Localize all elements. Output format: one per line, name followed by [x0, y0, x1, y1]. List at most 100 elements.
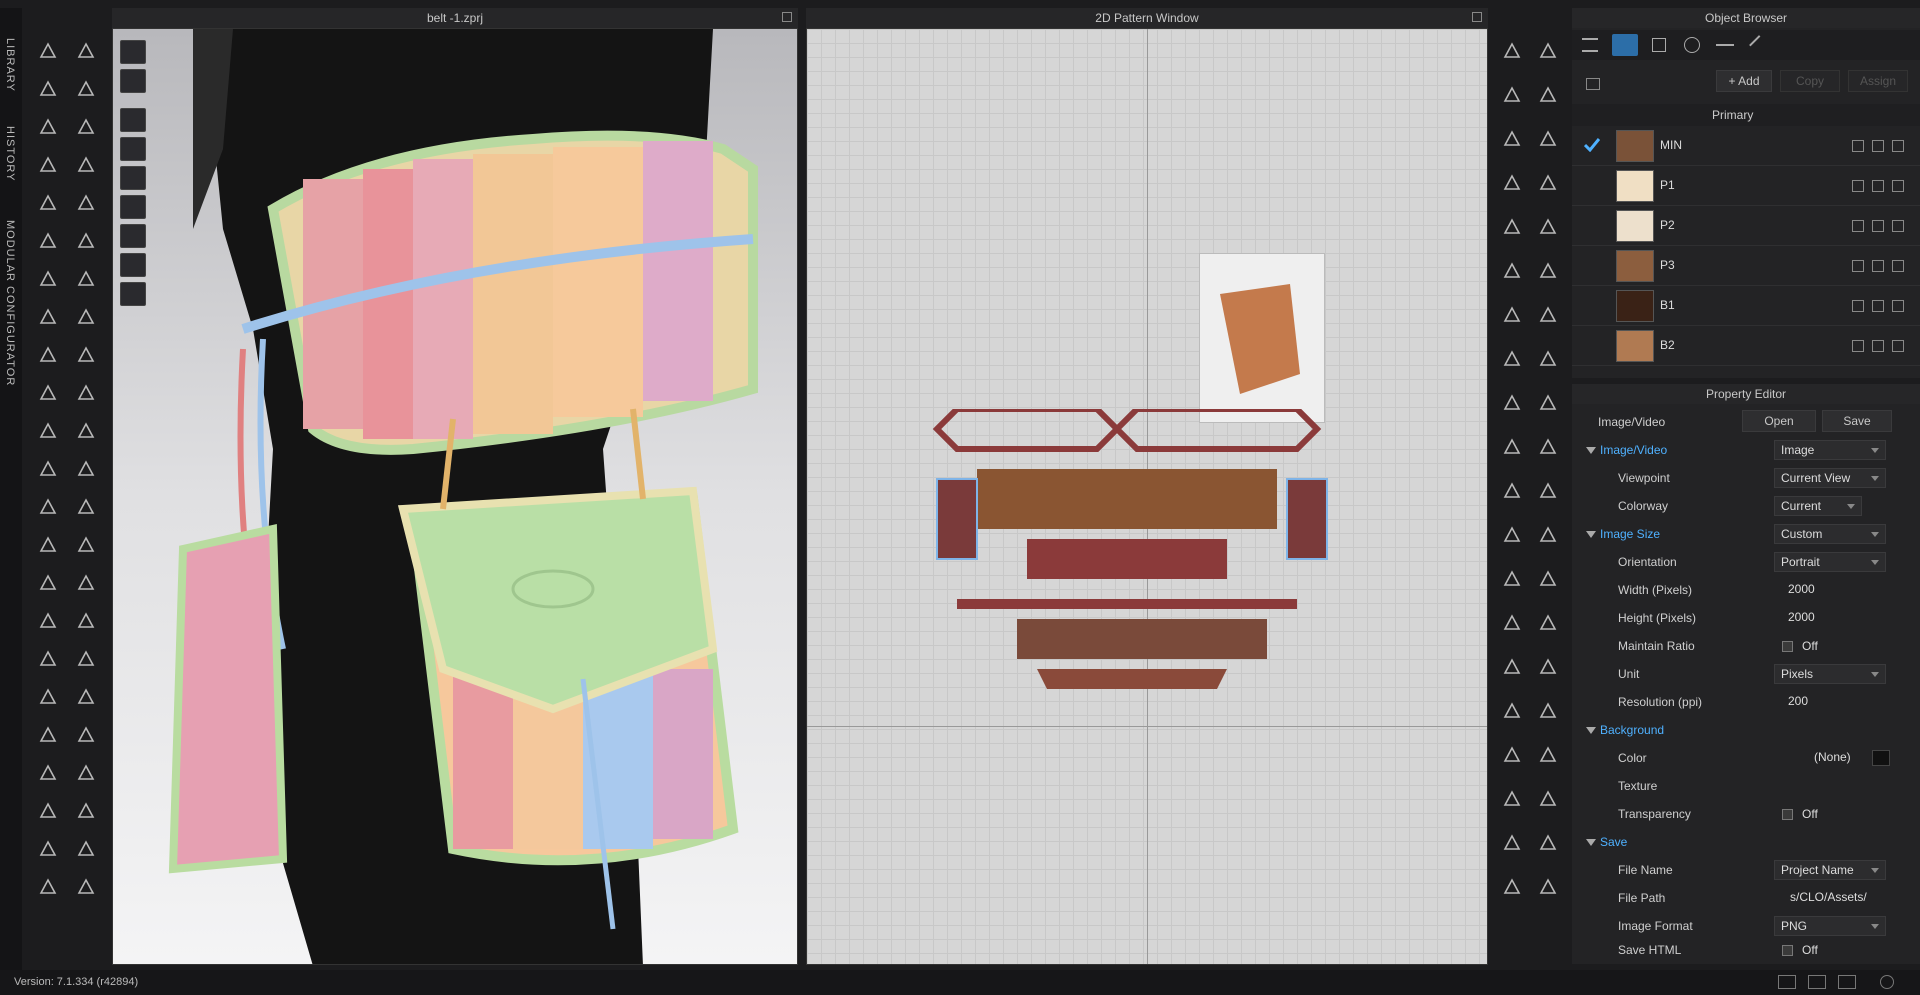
- format-select[interactable]: PNG: [1774, 916, 1886, 936]
- material-row[interactable]: B1: [1572, 286, 1920, 326]
- fold-tool-icon[interactable]: [72, 228, 100, 254]
- material-actions[interactable]: [1852, 180, 1904, 192]
- refresh-icon[interactable]: [1880, 975, 1894, 989]
- rectangle-tool-icon[interactable]: [1498, 610, 1526, 636]
- fold-tool-icon[interactable]: [72, 380, 100, 406]
- list-icon[interactable]: [1582, 38, 1598, 52]
- material-actions[interactable]: [1852, 260, 1904, 272]
- material-actions[interactable]: [1852, 340, 1904, 352]
- chevron-down-icon[interactable]: [1586, 530, 1596, 538]
- orientation-select[interactable]: Portrait: [1774, 552, 1886, 572]
- pattern-piece-tie[interactable]: [957, 599, 1297, 609]
- check-icon[interactable]: [1584, 138, 1600, 152]
- seam-tool-icon[interactable]: [1498, 302, 1526, 328]
- 3d-viewport[interactable]: [112, 28, 798, 965]
- pattern-tool-icon[interactable]: [1498, 742, 1526, 768]
- transparency-checkbox[interactable]: [1782, 808, 1793, 820]
- render-shade-icon[interactable]: [120, 40, 146, 64]
- material-row[interactable]: P1: [1572, 166, 1920, 206]
- topstitch-icon[interactable]: [1716, 44, 1734, 46]
- garment-tool-icon[interactable]: [34, 456, 62, 482]
- pattern-piece-side-left[interactable]: [936, 478, 978, 560]
- seam-tool-icon[interactable]: [1498, 830, 1526, 856]
- edit-curve-icon[interactable]: [1534, 214, 1562, 240]
- chevron-down-icon[interactable]: [1586, 446, 1596, 454]
- maximize-icon[interactable]: [1472, 12, 1482, 22]
- pattern-piece-base[interactable]: [1037, 669, 1227, 689]
- pin-tool-icon[interactable]: [34, 570, 62, 596]
- section-image-size[interactable]: Image Size Custom: [1572, 520, 1920, 548]
- material-row[interactable]: P3: [1572, 246, 1920, 286]
- assign-button[interactable]: Assign: [1848, 70, 1908, 92]
- move-tool-icon[interactable]: [72, 342, 100, 368]
- seam-tool-icon[interactable]: [1498, 126, 1526, 152]
- avatar-tool-icon[interactable]: [72, 608, 100, 634]
- image-type-select[interactable]: Image: [1774, 440, 1886, 460]
- seam-tool-icon[interactable]: [1498, 478, 1526, 504]
- grade-tool-icon[interactable]: [1498, 170, 1526, 196]
- measure-tool-icon[interactable]: [1534, 522, 1562, 548]
- polygon-tool-icon[interactable]: [1534, 434, 1562, 460]
- tack-tool-icon[interactable]: [34, 836, 62, 862]
- material-actions[interactable]: [1852, 220, 1904, 232]
- select-tool-icon[interactable]: [34, 342, 62, 368]
- move-tool-icon[interactable]: [72, 38, 100, 64]
- pattern-piece-strap-right[interactable]: [1112, 409, 1322, 452]
- tack-tool-icon[interactable]: [34, 684, 62, 710]
- rectangle-tool-icon[interactable]: [1498, 786, 1526, 812]
- garment-tool-icon[interactable]: [34, 608, 62, 634]
- chevron-down-icon[interactable]: [1586, 838, 1596, 846]
- pin-tool-icon[interactable]: [34, 874, 62, 900]
- viewpoint-select[interactable]: Current View: [1774, 468, 1886, 488]
- select-tool-icon[interactable]: [34, 38, 62, 64]
- edit-curve-icon[interactable]: [1534, 390, 1562, 416]
- avatar-icon[interactable]: [120, 166, 146, 190]
- fit-map-icon[interactable]: [120, 224, 146, 248]
- polygon-tool-icon[interactable]: [1534, 786, 1562, 812]
- light-icon[interactable]: [120, 253, 146, 277]
- grade-tool-icon[interactable]: [1498, 874, 1526, 900]
- colorway-name[interactable]: Primary: [1712, 108, 1753, 122]
- garment-tool-icon[interactable]: [34, 304, 62, 330]
- pin-tool-icon[interactable]: [34, 114, 62, 140]
- strain-map-icon[interactable]: [120, 195, 146, 219]
- text-tool-icon[interactable]: [1534, 126, 1562, 152]
- pin-tool-icon[interactable]: [34, 266, 62, 292]
- material-actions[interactable]: [1852, 140, 1904, 152]
- avatar-tool-icon[interactable]: [72, 456, 100, 482]
- material-row[interactable]: MIN: [1572, 126, 1920, 166]
- avatar-display-icon[interactable]: [120, 108, 146, 132]
- pattern-tool-icon[interactable]: [1498, 390, 1526, 416]
- save-button[interactable]: Save: [1822, 410, 1892, 432]
- environment-icon[interactable]: [120, 282, 146, 306]
- edit-curve-icon[interactable]: [1534, 742, 1562, 768]
- height-input[interactable]: 2000: [1782, 608, 1894, 628]
- pattern-piece-belt[interactable]: [977, 469, 1277, 529]
- grade-tool-icon[interactable]: [1498, 346, 1526, 372]
- pattern-tool-icon[interactable]: [1498, 38, 1526, 64]
- line-icon[interactable]: [1749, 35, 1769, 55]
- avatar-tool-icon[interactable]: [72, 304, 100, 330]
- material-row[interactable]: P2: [1572, 206, 1920, 246]
- move-tool-icon[interactable]: [72, 494, 100, 520]
- text-tool-icon[interactable]: [1534, 830, 1562, 856]
- material-row[interactable]: B2: [1572, 326, 1920, 366]
- text-tool-icon[interactable]: [1534, 654, 1562, 680]
- pin-tool-icon[interactable]: [34, 418, 62, 444]
- tab-library[interactable]: LIBRARY: [4, 38, 16, 92]
- brush-tool-icon[interactable]: [72, 418, 100, 444]
- garment-shade-icon[interactable]: [120, 69, 146, 93]
- pattern-piece-side-right[interactable]: [1286, 478, 1328, 560]
- chevron-down-icon[interactable]: [1586, 726, 1596, 734]
- move-tool-icon[interactable]: [72, 798, 100, 824]
- tab-history[interactable]: HISTORY: [4, 126, 16, 182]
- select-tool-icon[interactable]: [34, 798, 62, 824]
- rectangle-tool-icon[interactable]: [1498, 258, 1526, 284]
- grid-icon[interactable]: [1652, 38, 1666, 52]
- fold-tool-icon[interactable]: [72, 836, 100, 862]
- 2d-pattern-viewport[interactable]: [806, 28, 1488, 965]
- move-tool-icon[interactable]: [72, 646, 100, 672]
- tack-tool-icon[interactable]: [34, 532, 62, 558]
- edit-curve-icon[interactable]: [1534, 566, 1562, 592]
- fabric-tab-icon[interactable]: [1612, 34, 1638, 56]
